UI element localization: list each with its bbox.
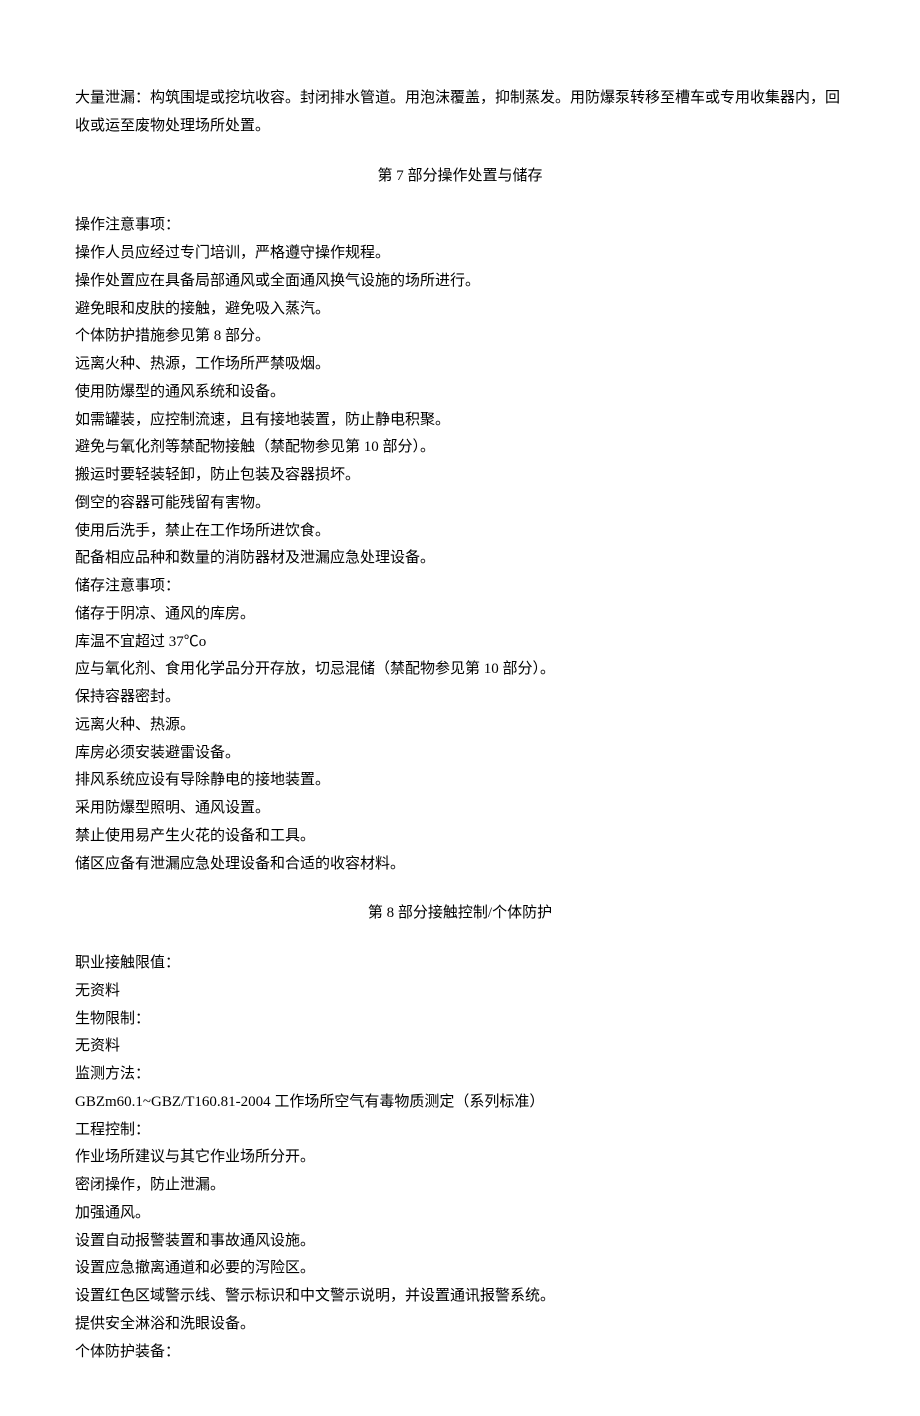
body-line: 倒空的容器可能残留有害物。 xyxy=(75,490,845,518)
body-line: 生物限制： xyxy=(75,1006,845,1034)
body-line: 操作注意事项： xyxy=(75,212,845,240)
body-line: 避免眼和皮肤的接触，避免吸入蒸汽。 xyxy=(75,296,845,324)
body-line: 加强通风。 xyxy=(75,1200,845,1228)
body-line: 密闭操作，防止泄漏。 xyxy=(75,1172,845,1200)
body-line: 设置自动报警装置和事故通风设施。 xyxy=(75,1228,845,1256)
body-line: 排风系统应设有导除静电的接地装置。 xyxy=(75,767,845,795)
body-line: 工程控制： xyxy=(75,1117,845,1145)
document-page: 大量泄漏：构筑围堤或挖坑收容。封闭排水管道。用泡沫覆盖，抑制蒸发。用防爆泵转移至… xyxy=(0,0,920,1416)
body-line: 操作人员应经过专门培训，严格遵守操作规程。 xyxy=(75,240,845,268)
section-7-heading: 第 7 部分操作处置与储存 xyxy=(75,163,845,191)
body-line: 远离火种、热源，工作场所严禁吸烟。 xyxy=(75,351,845,379)
body-line: 设置应急撤离通道和必要的泻险区。 xyxy=(75,1255,845,1283)
body-line: 配备相应品种和数量的消防器材及泄漏应急处理设备。 xyxy=(75,545,845,573)
body-line: 监测方法： xyxy=(75,1061,845,1089)
body-line: 避免与氧化剂等禁配物接触（禁配物参见第 10 部分）。 xyxy=(75,434,845,462)
body-line: 采用防爆型照明、通风设置。 xyxy=(75,795,845,823)
body-line: 作业场所建议与其它作业场所分开。 xyxy=(75,1144,845,1172)
body-line: 应与氧化剂、食用化学品分开存放，切忌混储（禁配物参见第 10 部分）。 xyxy=(75,656,845,684)
body-line: 如需罐装，应控制流速，且有接地装置，防止静电积聚。 xyxy=(75,407,845,435)
body-line: 禁止使用易产生火花的设备和工具。 xyxy=(75,823,845,851)
body-line: 设置红色区域警示线、警示标识和中文警示说明，并设置通讯报警系统。 xyxy=(75,1283,845,1311)
body-line: 储存于阴凉、通风的库房。 xyxy=(75,601,845,629)
body-line: 库房必须安装避雷设备。 xyxy=(75,740,845,768)
body-line: 无资料 xyxy=(75,978,845,1006)
body-line: 库温不宜超过 37℃o xyxy=(75,629,845,657)
body-line: 远离火种、热源。 xyxy=(75,712,845,740)
intro-paragraph: 大量泄漏：构筑围堤或挖坑收容。封闭排水管道。用泡沫覆盖，抑制蒸发。用防爆泵转移至… xyxy=(75,85,845,141)
body-line: 操作处置应在具备局部通风或全面通风换气设施的场所进行。 xyxy=(75,268,845,296)
body-line: 个体防护措施参见第 8 部分。 xyxy=(75,323,845,351)
section-8-heading: 第 8 部分接触控制/个体防护 xyxy=(75,900,845,928)
body-line: 使用后洗手，禁止在工作场所进饮食。 xyxy=(75,518,845,546)
body-line: 无资料 xyxy=(75,1033,845,1061)
body-line: 搬运时要轻装轻卸，防止包装及容器损坏。 xyxy=(75,462,845,490)
body-line: 使用防爆型的通风系统和设备。 xyxy=(75,379,845,407)
body-line: 储区应备有泄漏应急处理设备和合适的收容材料。 xyxy=(75,851,845,879)
body-line: 提供安全淋浴和洗眼设备。 xyxy=(75,1311,845,1339)
body-line: 保持容器密封。 xyxy=(75,684,845,712)
body-line: 储存注意事项： xyxy=(75,573,845,601)
body-line: 个体防护装备： xyxy=(75,1339,845,1367)
body-line: GBZm60.1~GBZ/T160.81-2004 工作场所空气有毒物质测定（系… xyxy=(75,1089,845,1117)
body-line: 职业接触限值： xyxy=(75,950,845,978)
